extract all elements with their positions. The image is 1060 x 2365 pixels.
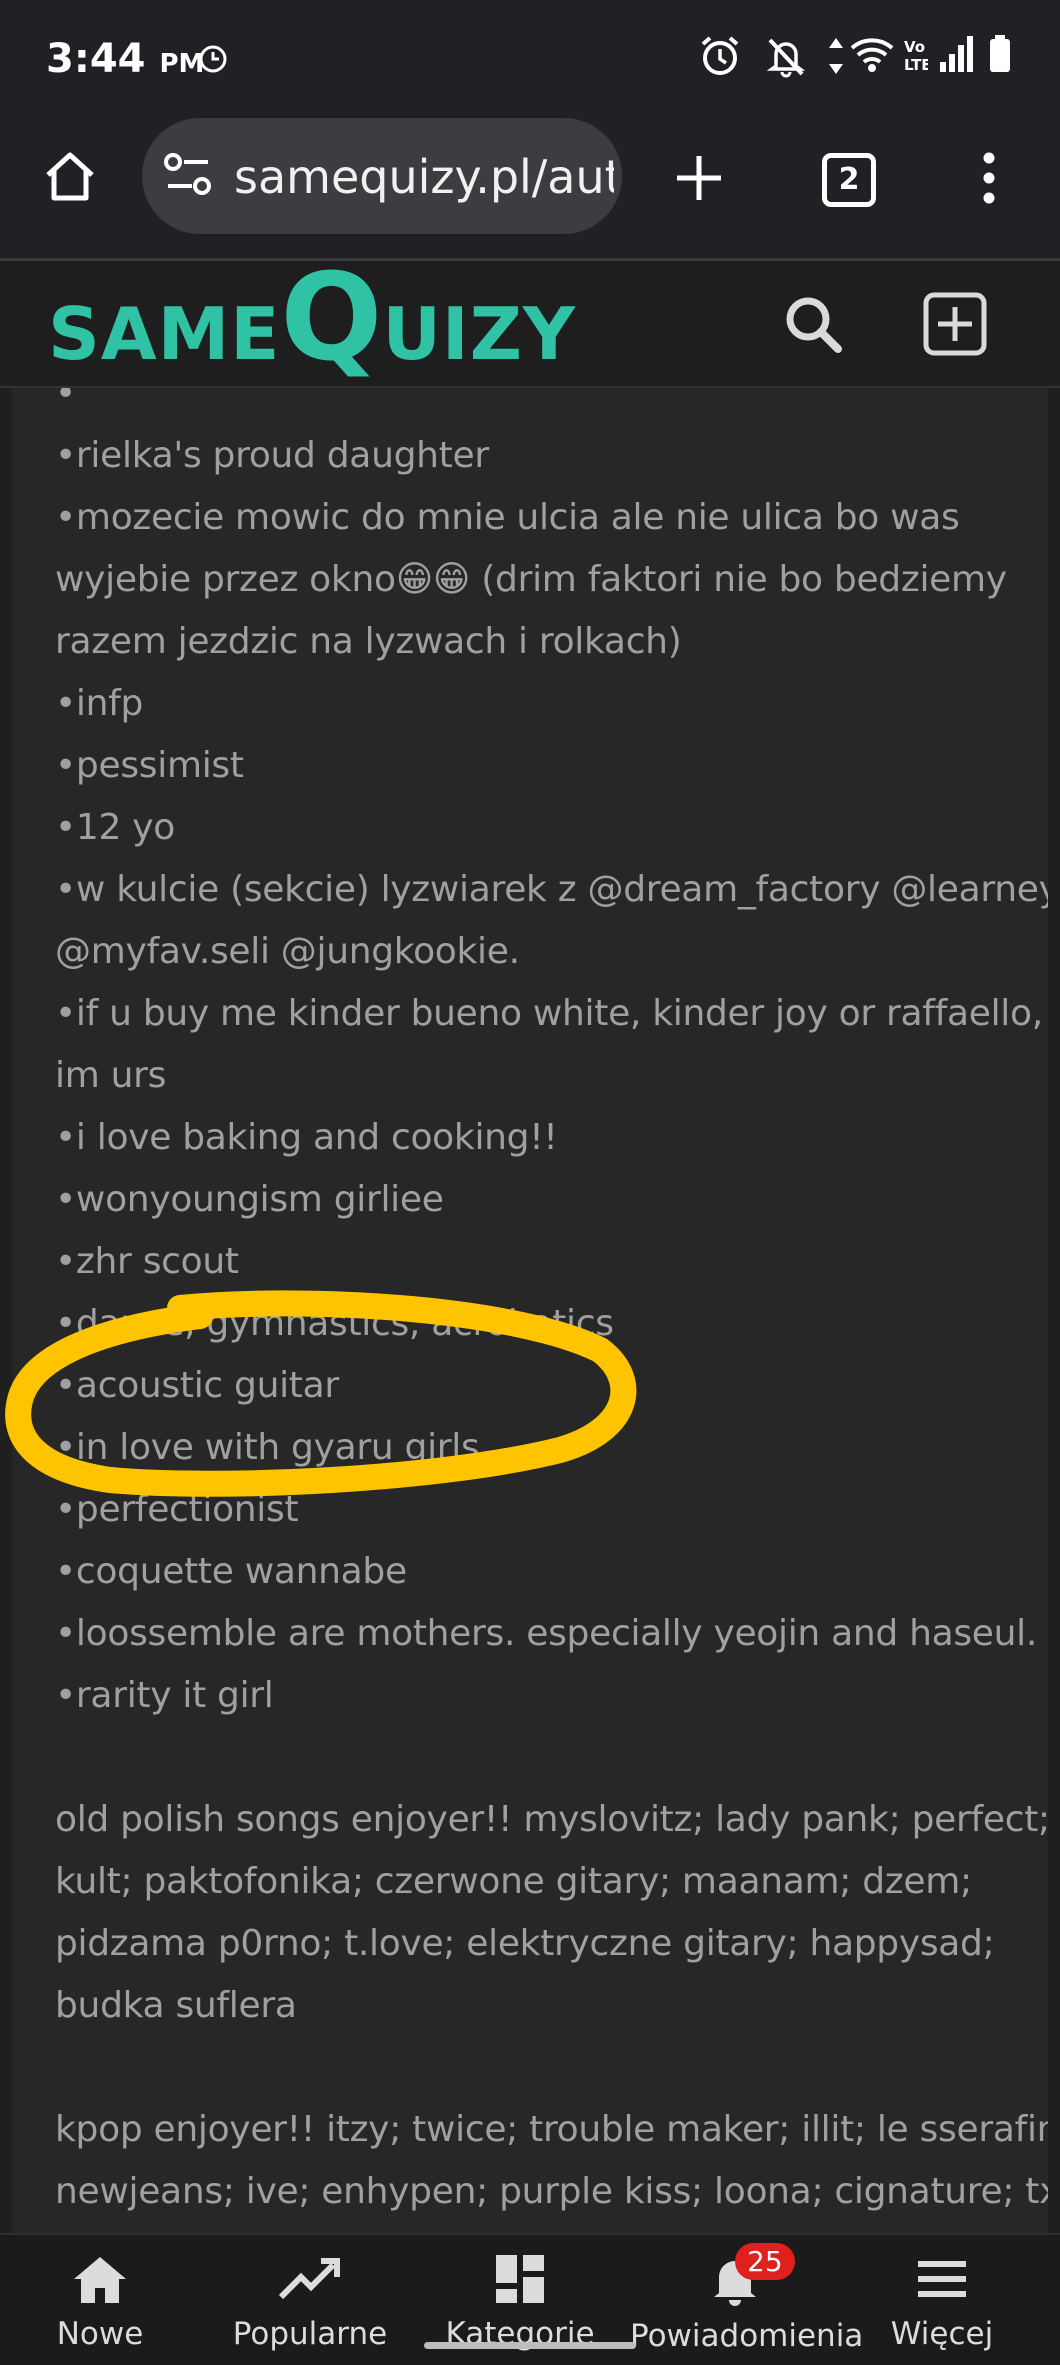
logo-q: Q [280,249,383,388]
address-bar[interactable]: samequizy.pl/autl [142,118,622,234]
notification-badge: 25 [735,2243,795,2280]
description-line: •12 yo [55,807,176,848]
description-line: kult; paktofonika; czerwone gitary; maan… [55,1861,972,1902]
alarm-icon [701,36,739,75]
description-line: •pessimist [55,745,244,786]
description-line: •w kulcie (sekcie) lyzwiarek z @dream_fa… [55,869,1048,910]
battery-icon [990,35,1010,72]
notifications-off-icon [766,38,806,78]
description-line: •loossemble are mothers. especially yeoj… [55,1613,1038,1654]
tab-switcher-button[interactable]: 2 [822,153,876,207]
nav-label: Więcej [890,2316,994,2352]
data-arrows-icon [829,38,843,74]
description-line-partial: • [55,388,76,414]
description-line: wyjebie przez okno😁😁 (drim faktori nie b… [55,559,1007,600]
description-line: @myfav.seli @jungkookie. [55,931,520,972]
nav-item-popularne[interactable]: Popularne [210,2253,410,2352]
browser-toolbar: samequizy.pl/autl 2 [0,118,1060,261]
samequizy-logo[interactable]: SAMEQUIZY [48,259,577,379]
clock-icon [199,45,227,73]
url-text: samequizy.pl/autl [234,150,614,204]
description-line: •if u buy me kinder bueno white, kinder … [55,993,1043,1034]
new-tab-icon[interactable] [673,152,725,204]
description-line: skz; kard; akmu & many more!! [55,2223,1015,2233]
gesture-bar [424,2342,636,2349]
description-line: •wonyoungism girliee [55,1179,444,1220]
add-quiz-icon[interactable] [922,291,988,357]
svg-text:Vo: Vo [904,38,925,56]
description-line: kpop enjoyer!! itzy; twice; trouble make… [55,2109,1048,2150]
description-line [55,2037,1015,2099]
wifi-icon [850,38,894,72]
trending-icon [278,2258,340,2300]
status-time: 3:44 PM [46,36,204,82]
dashboard-icon [496,2255,544,2303]
description-line: •in love with gyaru girls [55,1427,480,1468]
logo-uizy: UIZY [382,292,577,376]
nav-item-wiecej[interactable]: Więcej [842,2253,1042,2352]
description-line: old polish songs enjoyer!! myslovitz; la… [55,1799,1048,1840]
profile-description: • •rielka's proud daughter •mozecie mowic… [12,388,1048,2233]
description-line: •rielka's proud daughter [55,435,489,476]
signal-icon [940,36,973,72]
home-icon [74,2257,126,2303]
site-info-icon[interactable] [164,152,214,198]
description-line: •infp [55,683,144,724]
description-line: •perfectionist [55,1489,299,1530]
site-header: SAMEQUIZY [0,259,1060,388]
home-icon[interactable] [42,148,98,204]
description-line: newjeans; ive; enhypen; purple kiss; loo… [55,2171,1048,2212]
description-line: im urs [55,1055,167,1096]
search-icon[interactable] [782,293,844,355]
nav-item-nowe[interactable]: Nowe [0,2253,200,2352]
nav-label: Popularne [232,2316,388,2352]
nav-item-kategorie[interactable]: Kategorie [420,2253,620,2352]
description-line: •i love baking and cooking!! [55,1117,558,1158]
description-line: •acoustic guitar [55,1365,339,1406]
description-line: •rarity it girl [55,1675,274,1716]
nav-label: Powiadomienia [630,2318,864,2354]
description-line [55,1727,1015,1789]
menu-icon [918,2261,966,2297]
description-line: razem jezdzic na lyzwach i rolkach) [55,621,682,662]
description-line: •zhr scout [55,1241,239,1282]
nav-label: Nowe [56,2316,144,2352]
nav-item-powiadomienia[interactable]: 25 Powiadomienia [630,2243,864,2354]
description-text: • •rielka's proud daughter •mozecie mowic… [55,388,1048,2233]
description-line: budka suflera [55,1985,297,2026]
description-line: •coquette wannabe [55,1551,407,1592]
volte-icon: Vo LTE [904,38,928,74]
status-bar: 3:44 PM Vo LTE [0,0,1060,118]
description-line: •mozecie mowic do mnie ulcia ale nie uli… [55,497,960,538]
svg-text:LTE: LTE [904,56,928,74]
overflow-menu-icon[interactable] [974,148,1004,208]
description-line: •dance, gymnastics, acrobatics [55,1303,614,1344]
description-line: pidzama p0rno; t.love; elektryczne gitar… [55,1923,995,1964]
logo-same: SAME [48,292,281,376]
status-time-value: 3:44 [46,36,146,82]
